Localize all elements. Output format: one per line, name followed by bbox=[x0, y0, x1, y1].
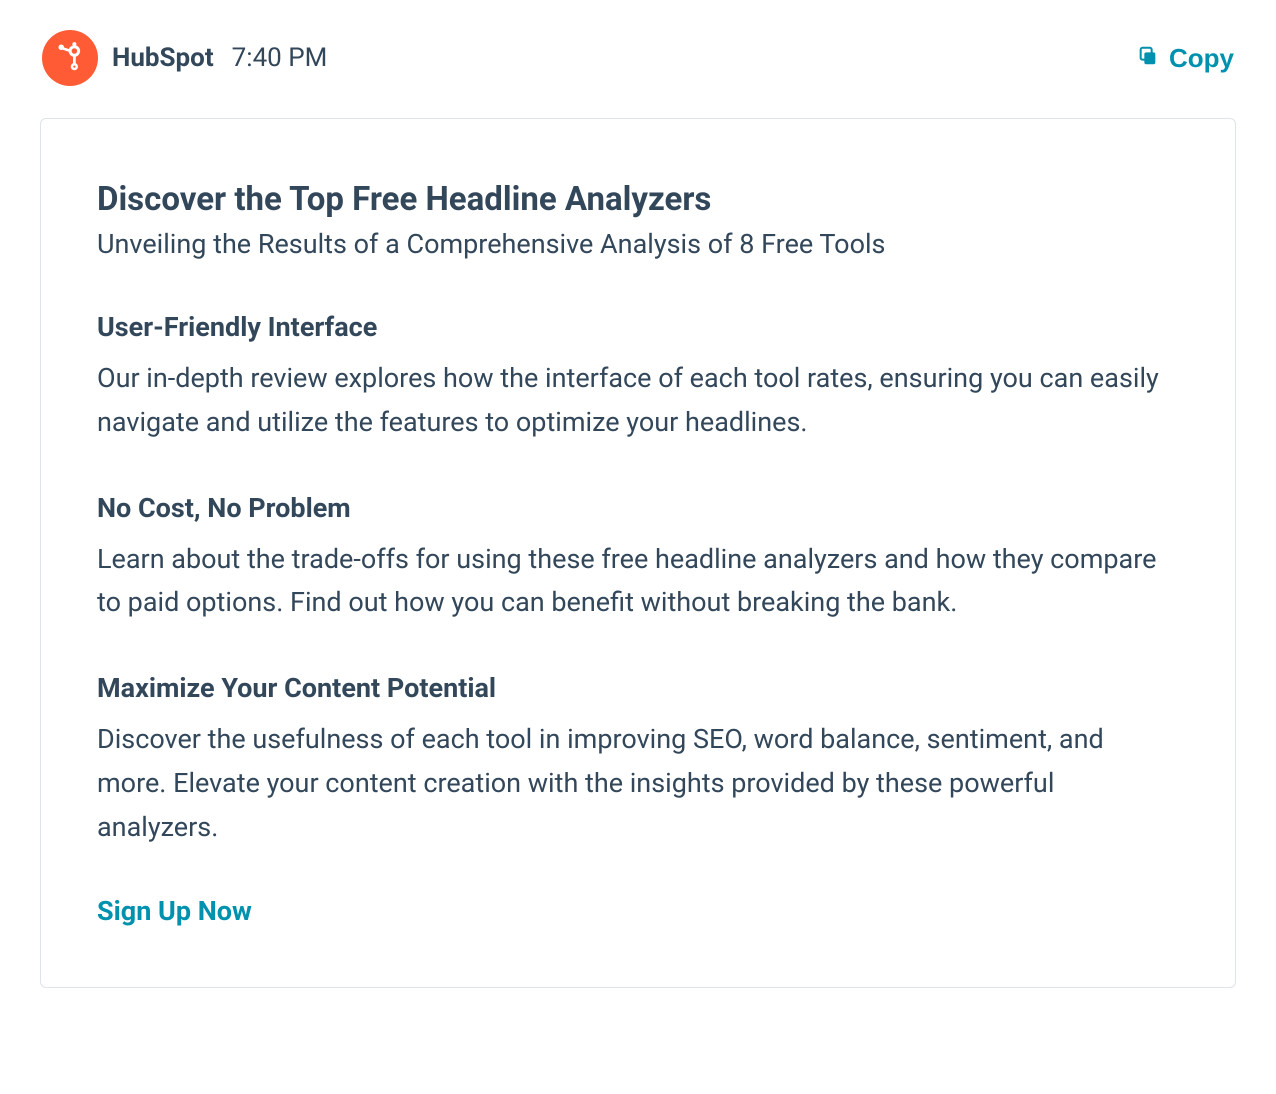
hubspot-logo-icon bbox=[55, 41, 85, 75]
content-card: Discover the Top Free Headline Analyzers… bbox=[40, 118, 1236, 988]
section-body: Our in-depth review explores how the int… bbox=[97, 357, 1179, 444]
card-subtitle: Unveiling the Results of a Comprehensive… bbox=[97, 226, 1179, 264]
section-body: Learn about the trade-offs for using the… bbox=[97, 538, 1179, 625]
timestamp: 7:40 PM bbox=[232, 43, 328, 73]
sign-up-link[interactable]: Sign Up Now bbox=[97, 895, 252, 927]
section: Maximize Your Content Potential Discover… bbox=[97, 671, 1179, 849]
copy-icon bbox=[1137, 43, 1159, 74]
section-heading: Maximize Your Content Potential bbox=[97, 671, 1179, 706]
message-header: HubSpot 7:40 PM Copy bbox=[40, 30, 1236, 86]
hubspot-avatar bbox=[42, 30, 98, 86]
brand-name: HubSpot bbox=[112, 43, 214, 73]
section-heading: No Cost, No Problem bbox=[97, 491, 1179, 526]
section-body: Discover the usefulness of each tool in … bbox=[97, 718, 1179, 849]
copy-label: Copy bbox=[1169, 43, 1234, 74]
section: User-Friendly Interface Our in-depth rev… bbox=[97, 310, 1179, 445]
copy-button[interactable]: Copy bbox=[1137, 43, 1234, 74]
section: No Cost, No Problem Learn about the trad… bbox=[97, 491, 1179, 626]
card-title: Discover the Top Free Headline Analyzers bbox=[97, 179, 1179, 220]
section-heading: User-Friendly Interface bbox=[97, 310, 1179, 345]
header-left: HubSpot 7:40 PM bbox=[42, 30, 327, 86]
